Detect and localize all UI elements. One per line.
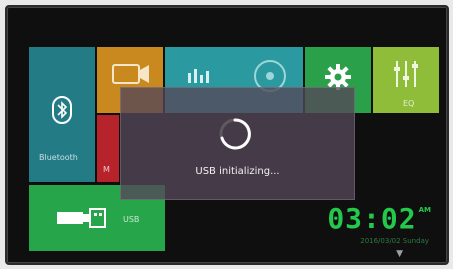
head-unit-screen: Bluetooth M EQ USB USB initializing... 0… (5, 5, 449, 265)
video-camera-icon (111, 61, 151, 87)
dropdown-arrow-icon[interactable]: ▼ (396, 249, 403, 259)
usb-initializing-dialog: USB initializing... (120, 87, 355, 200)
clock-ampm: AM (418, 206, 431, 214)
usb-label: USB (123, 215, 140, 224)
eq-tile[interactable]: EQ (373, 47, 439, 113)
sliders-icon (393, 59, 419, 89)
clock-widget: 03:02 AM 2016/03/02 Sunday (327, 202, 431, 246)
clock-date: 2016/03/02 Sunday (360, 237, 429, 245)
red-tile[interactable]: M (97, 115, 119, 182)
eq-label: EQ (403, 99, 415, 108)
dialog-message: USB initializing... (195, 166, 280, 177)
clock-time: 03:02 (327, 202, 417, 235)
red-tile-label: M (103, 165, 110, 174)
loading-spinner-icon (217, 116, 253, 152)
bluetooth-tile[interactable]: Bluetooth (29, 47, 95, 182)
bluetooth-label: Bluetooth (39, 153, 78, 162)
equalizer-bars-icon (187, 67, 213, 83)
bluetooth-icon (50, 95, 74, 125)
usb-plug-icon (57, 207, 107, 229)
